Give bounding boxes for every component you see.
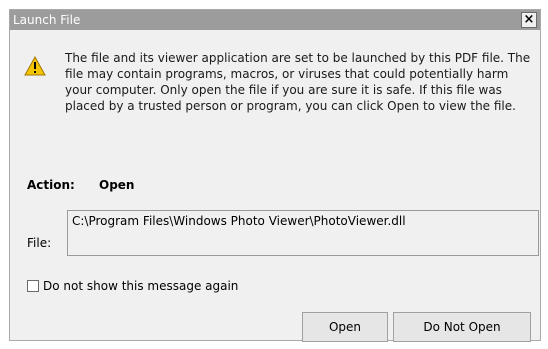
dialog-title: Launch File xyxy=(13,13,81,27)
warning-message: The file and its viewer application are … xyxy=(65,51,531,113)
launch-file-dialog: Launch File × The file and its viewer ap… xyxy=(9,9,541,342)
dont-show-again-label[interactable]: Do not show this message again xyxy=(43,279,238,293)
warning-icon xyxy=(24,56,46,76)
title-bar[interactable]: Launch File × xyxy=(10,10,540,30)
close-button[interactable]: × xyxy=(521,12,537,28)
file-path-field[interactable]: C:\Program Files\Windows Photo Viewer\Ph… xyxy=(67,210,539,256)
action-label: Action: xyxy=(27,178,75,192)
file-label: File: xyxy=(27,236,52,250)
do-not-open-button[interactable]: Do Not Open xyxy=(393,312,531,342)
open-button[interactable]: Open xyxy=(302,312,388,342)
close-icon: × xyxy=(523,12,535,27)
dont-show-again-row[interactable]: Do not show this message again xyxy=(27,279,238,293)
dont-show-again-checkbox[interactable] xyxy=(27,280,39,292)
action-value: Open xyxy=(99,178,135,192)
